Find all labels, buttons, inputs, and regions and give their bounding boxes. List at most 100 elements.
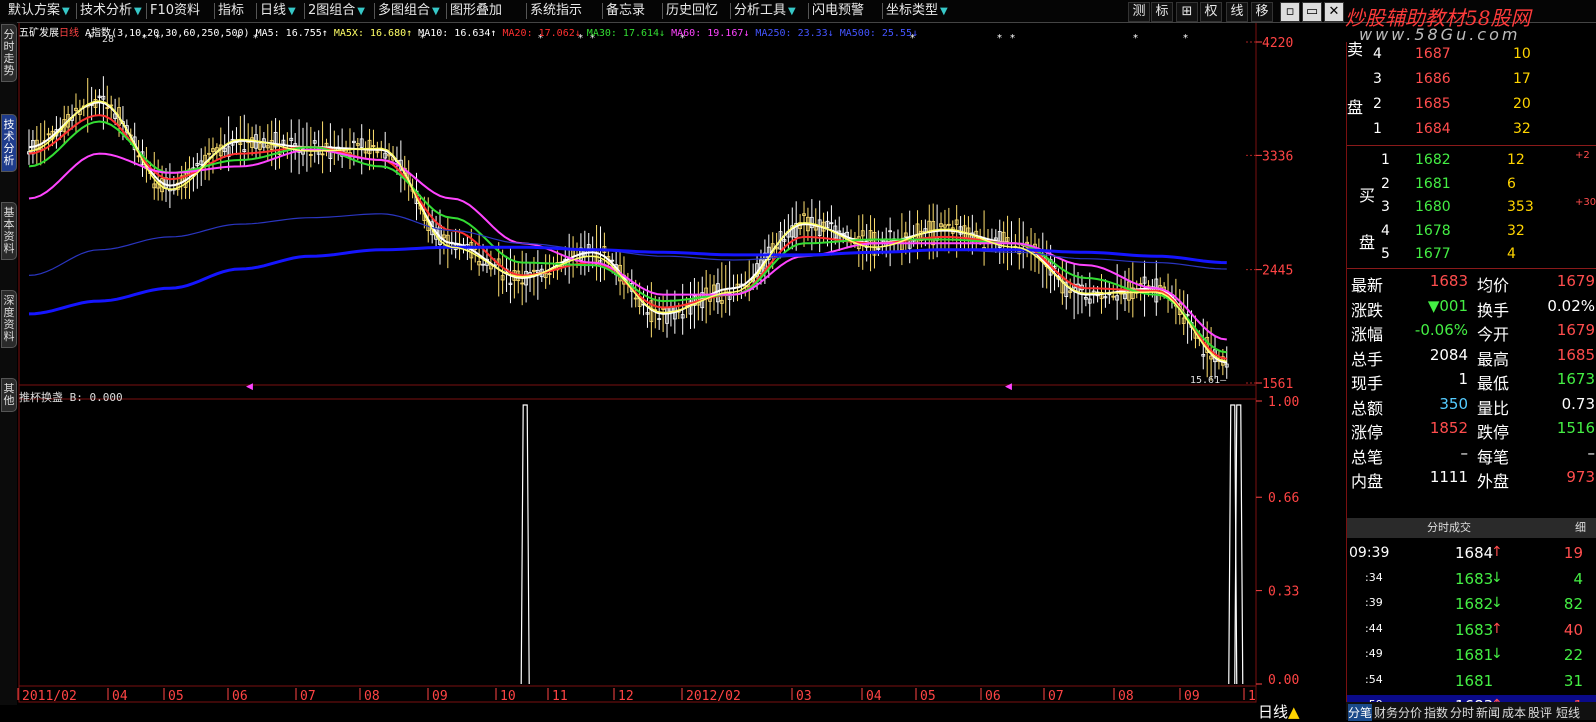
toolbar-right-button-5[interactable]: 移: [1251, 2, 1273, 22]
toolbar-item-label: 日线: [260, 3, 287, 18]
toolbar-item-11[interactable]: 分析工具 ▼: [734, 0, 796, 22]
bottom-tab-0[interactable]: 分笔: [1348, 704, 1373, 721]
bottom-tab-5[interactable]: 新闻: [1476, 704, 1500, 721]
divider: [1347, 268, 1596, 269]
tick-row[interactable]: 09:39 1684 ↑ 19: [1347, 542, 1596, 566]
site-logo: 炒股辅助教材58股网 www.58Gu.com: [1345, 0, 1596, 44]
ma-params: (3,10,20,30,60,250,500): [111, 28, 250, 39]
book-side-label: 卖: [1347, 40, 1364, 59]
left-tab-label: 深度资料: [3, 294, 15, 343]
x-axis-label: 08: [364, 689, 380, 704]
toolbar-right-button-3[interactable]: 权: [1200, 2, 1222, 22]
low-price-label: 15.61—: [1190, 375, 1227, 386]
toolbar-right-button-2[interactable]: ⊞: [1176, 2, 1198, 22]
buy-row[interactable]: 3 1680 353 +30: [1347, 197, 1596, 219]
arrow-up-icon: ↑: [1491, 620, 1503, 637]
toolbar-item-12[interactable]: 闪电预警: [812, 0, 864, 22]
sell-row[interactable]: 3 1686 17: [1347, 69, 1596, 93]
bottom-tab-8[interactable]: 短线: [1556, 704, 1580, 721]
sell-row[interactable]: 卖 4 1687 10: [1347, 40, 1596, 68]
toolbar-item-8[interactable]: 系统指示: [530, 0, 582, 22]
tick-row[interactable]: :39 1682 ↓ 82: [1347, 593, 1596, 617]
book-price: 1685: [1415, 96, 1451, 112]
toolbar-item-7[interactable]: 图形叠加: [450, 0, 502, 22]
toolbar-separator: [662, 3, 663, 19]
book-level: 3: [1373, 71, 1382, 87]
scroll-left-arrow[interactable]: ◀: [1005, 382, 1012, 392]
ma5-value: MA5: 16.755↑: [255, 28, 328, 39]
toolbar-item-label: 默认方案: [8, 3, 61, 18]
ticker-detail-button[interactable]: 细: [1575, 518, 1586, 538]
left-tab-4[interactable]: 其他: [1, 378, 17, 412]
bottom-tab-4[interactable]: 分时: [1450, 704, 1474, 721]
buy-row[interactable]: 5 1677 4: [1347, 244, 1596, 266]
sell-row[interactable]: 1 1684 32: [1347, 119, 1596, 143]
toolbar-separator: [602, 3, 603, 19]
x-axis-label: 09: [1184, 689, 1200, 704]
toolbar-item-10[interactable]: 历史回忆: [666, 0, 718, 22]
quote-row: 涨幅 -0.06% 今开 1679: [1347, 321, 1596, 345]
toolbar-item-9[interactable]: 备忘录: [606, 0, 645, 22]
book-volume: 32: [1507, 222, 1525, 239]
left-tab-0[interactable]: 分时走势: [1, 24, 17, 82]
toolbar-item-2[interactable]: F10资料: [150, 0, 200, 22]
x-axis-label: 05: [168, 689, 184, 704]
scroll-left-arrow[interactable]: ◀: [246, 382, 253, 392]
book-volume: 17: [1513, 71, 1531, 87]
toolbar-item-4[interactable]: 日线 ▼: [260, 0, 296, 22]
tick-time: :49: [1365, 647, 1383, 660]
x-axis-label: 07: [1048, 689, 1064, 704]
left-tab-1[interactable]: 技术分析: [1, 114, 17, 172]
x-axis-label: 12: [618, 689, 634, 704]
buy-row[interactable]: 1 1682 12 +2: [1347, 150, 1596, 172]
period-label[interactable]: 日线: [59, 28, 79, 39]
dropdown-icon: ▼: [432, 6, 440, 17]
restore-icon[interactable]: ▭: [1302, 2, 1322, 22]
tick-row[interactable]: :49 1681 ↓ 22: [1347, 644, 1596, 668]
left-tab-label: 技术分析: [3, 118, 15, 167]
book-volume: 6: [1507, 175, 1516, 192]
toolbar-separator: [76, 3, 77, 19]
tick-row[interactable]: :44 1683 ↑ 40: [1347, 619, 1596, 643]
toolbar-separator: [374, 3, 375, 19]
arrow-down-icon: ↓: [1491, 646, 1503, 662]
toolbar-item-label: 图形叠加: [450, 3, 503, 18]
buy-row[interactable]: 买 2 1681 6: [1347, 174, 1596, 205]
ticker-header[interactable]: 分时成交 细: [1347, 518, 1596, 538]
toolbar-separator: [304, 3, 305, 19]
bottom-tab-7[interactable]: 股评: [1528, 704, 1552, 721]
tick-volume: 4: [1573, 569, 1583, 588]
book-volume: 10: [1513, 46, 1531, 62]
chart-canvas[interactable]: 42203336244515611.000.660.330.00* * * * * * * *…: [0, 0, 1345, 720]
period-tab[interactable]: 日线▲: [1258, 701, 1300, 722]
toolbar-item-0[interactable]: 默认方案 ▼: [8, 0, 70, 22]
buy-row[interactable]: 盘 4 1678 32: [1347, 221, 1596, 252]
toolbar-right-button-4[interactable]: 线: [1226, 2, 1248, 22]
quote-key: 最高: [1477, 349, 1510, 369]
minimize-icon[interactable]: ▫: [1280, 2, 1300, 22]
toolbar-right-button-0[interactable]: 测: [1128, 2, 1150, 22]
tick-row[interactable]: :34 1683 ↓ 4: [1347, 568, 1596, 592]
left-tab-2[interactable]: 基本资料: [1, 202, 17, 260]
toolbar-item-5[interactable]: 2图组合 ▼: [308, 0, 365, 22]
tick-row[interactable]: :54 1681 31: [1347, 670, 1596, 694]
toolbar-item-6[interactable]: 多图组合 ▼: [378, 0, 440, 22]
arrow-down-icon: ↓: [1491, 595, 1503, 611]
sell-row[interactable]: 盘 2 1685 20: [1347, 94, 1596, 118]
close-icon[interactable]: ✕: [1324, 2, 1344, 22]
bottom-tab-2[interactable]: 分价: [1398, 704, 1422, 721]
toolbar-right-button-1[interactable]: 标: [1151, 2, 1173, 22]
x-axis-label: 1: [1248, 689, 1256, 704]
quote-key: 总手: [1351, 349, 1384, 369]
indicator-axis-label: 0.00: [1268, 673, 1299, 688]
bottom-tab-6[interactable]: 成本: [1502, 704, 1526, 721]
toolbar-item-13[interactable]: 坐标类型 ▼: [886, 0, 948, 22]
toolbar-item-3[interactable]: 指标: [218, 0, 244, 22]
book-side-label: 盘: [1347, 98, 1364, 117]
toolbar-item-1[interactable]: 技术分析 ▼: [80, 0, 142, 22]
book-price: 1684: [1415, 121, 1451, 137]
left-tab-3[interactable]: 深度资料: [1, 290, 17, 348]
bottom-tab-1[interactable]: 财务: [1374, 704, 1398, 721]
quote-key: 量比: [1477, 398, 1510, 418]
bottom-tab-3[interactable]: 指数: [1424, 704, 1448, 721]
